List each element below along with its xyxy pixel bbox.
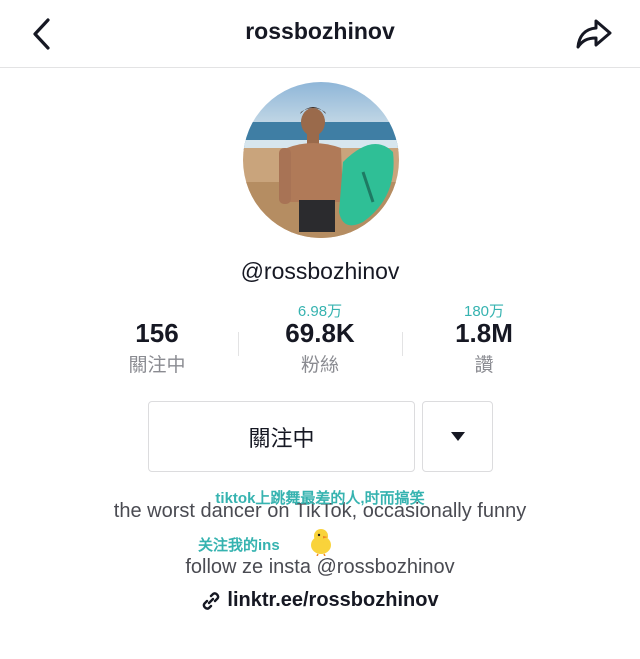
following-button[interactable]: 關注中 (148, 401, 415, 472)
likes-count: 1.8M (455, 318, 513, 348)
followers-label: 粉絲 (300, 355, 339, 376)
bio-translation: tiktok上跳舞最差的人,时而搞笑 (215, 490, 425, 507)
suggested-accounts-button[interactable] (422, 401, 493, 472)
stat-followers-translation: 6.98万 (297, 303, 343, 320)
stat-following-translation (77, 300, 237, 318)
avatar (243, 82, 399, 238)
share-button[interactable] (572, 14, 616, 54)
bio-link-text[interactable]: linktr.ee/rossbozhinov (227, 589, 438, 612)
stat-divider (238, 332, 239, 356)
stat-following[interactable]: 156 關注中 (77, 300, 237, 377)
stat-likes[interactable]: 180万 1.8M 讚 (404, 300, 564, 377)
bio-translation: 关注我的ins (198, 537, 280, 554)
stat-likes-translation: 180万 (463, 303, 505, 320)
likes-label: 讚 (474, 355, 494, 376)
profile-handle: @rossbozhinov (240, 258, 400, 284)
following-label: 關注中 (128, 355, 186, 376)
page-title: rossbozhinov (245, 18, 395, 44)
stat-divider (402, 332, 403, 356)
share-arrow-icon (576, 19, 612, 49)
bio-link[interactable]: linktr.ee/rossbozhinov (0, 589, 640, 612)
top-bar: rossbozhinov (0, 0, 640, 68)
triangle-down-icon (450, 431, 465, 441)
followers-count: 69.8K (285, 318, 355, 348)
stat-followers[interactable]: 6.98万 69.8K 粉絲 (240, 300, 400, 377)
following-count: 156 (135, 318, 179, 348)
bio-line: follow ze insta @rossbozhinov (185, 556, 455, 578)
link-icon (203, 591, 220, 610)
chick-emoji-icon (306, 526, 336, 557)
